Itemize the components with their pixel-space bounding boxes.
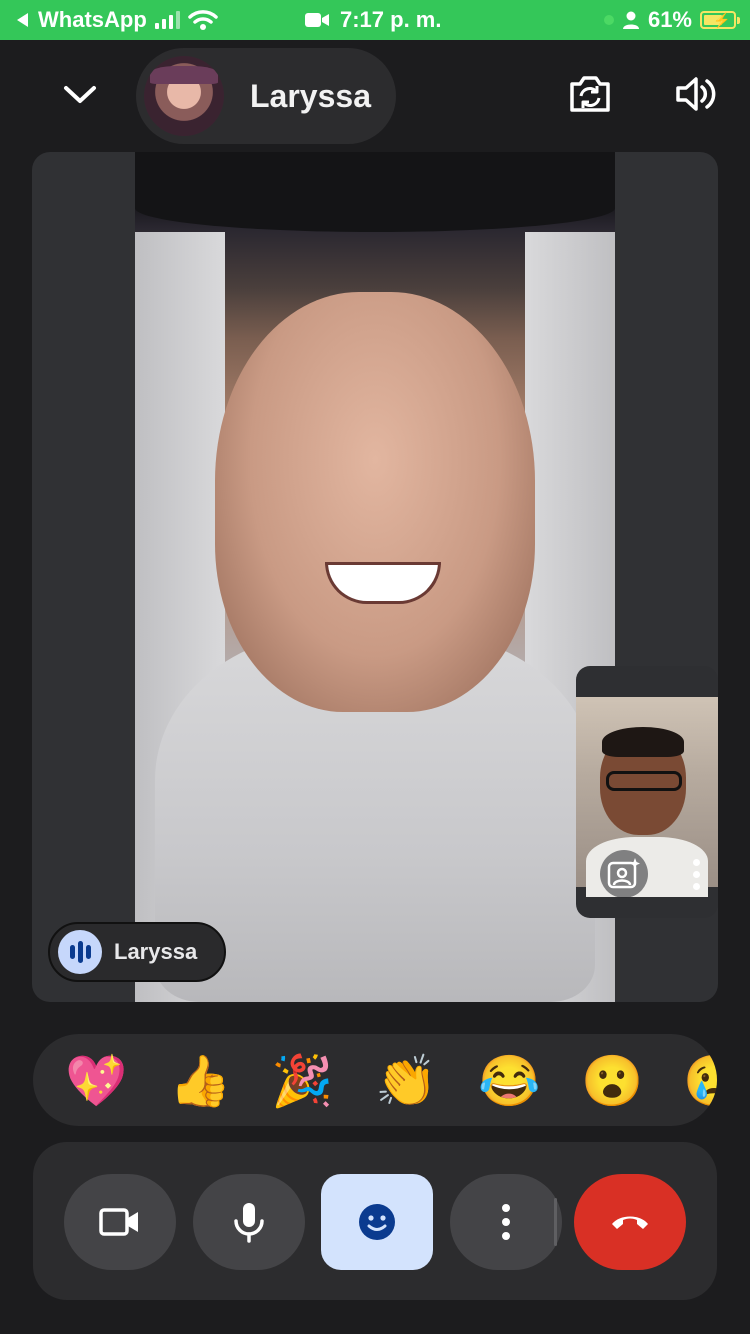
reaction-sparkling-heart[interactable]: 💖 xyxy=(65,1050,127,1112)
self-view-tile[interactable] xyxy=(576,666,718,918)
more-vertical-icon xyxy=(502,1204,510,1240)
speaking-name: Laryssa xyxy=(114,939,198,964)
battery-percent: 61% xyxy=(647,7,692,32)
effects-icon[interactable] xyxy=(600,850,648,898)
reaction-thumbs-up[interactable]: 👍 xyxy=(169,1050,231,1112)
avatar xyxy=(144,56,224,136)
wifi-icon xyxy=(188,10,218,30)
flip-camera-icon[interactable] xyxy=(566,70,614,118)
person-icon xyxy=(622,11,639,29)
microphone-icon xyxy=(234,1203,264,1243)
status-bar: WhatsApp 7:17 p. m. 61% ⚡ xyxy=(0,0,750,40)
remote-participant-video xyxy=(135,152,615,1002)
camera-toggle-button[interactable] xyxy=(64,1174,176,1270)
reaction-tears-of-joy[interactable]: 😂 xyxy=(478,1050,540,1112)
status-time: 7:17 p. m. xyxy=(340,7,442,32)
call-controls xyxy=(33,1142,717,1300)
smiley-icon xyxy=(359,1204,395,1240)
more-options-button[interactable] xyxy=(450,1174,562,1270)
controls-divider xyxy=(554,1198,557,1246)
back-triangle-icon xyxy=(17,13,28,27)
reaction-crying[interactable]: 😢 xyxy=(683,1050,717,1112)
audio-level-icon xyxy=(58,930,102,974)
speaking-indicator: Laryssa xyxy=(48,922,226,982)
mute-button[interactable] xyxy=(193,1174,305,1270)
video-call-indicator-icon xyxy=(305,13,329,27)
reaction-clapping-hands[interactable]: 👏 xyxy=(375,1050,437,1112)
minimize-chevron-down-icon[interactable] xyxy=(58,72,102,116)
reactions-button[interactable] xyxy=(321,1174,433,1270)
end-call-button[interactable] xyxy=(574,1174,686,1270)
speaker-volume-icon[interactable] xyxy=(670,70,718,118)
reaction-surprised[interactable]: 😮 xyxy=(581,1050,643,1112)
contact-name: Laryssa xyxy=(250,77,371,114)
reactions-bar: 💖 👍 🎉 👏 😂 😮 😢 xyxy=(33,1034,717,1126)
cellular-signal-icon xyxy=(154,11,180,29)
battery-charging-icon: ⚡ xyxy=(700,11,740,29)
hang-up-icon xyxy=(612,1216,648,1229)
self-view-more-icon[interactable] xyxy=(686,854,706,894)
back-to-app[interactable]: WhatsApp xyxy=(14,0,218,40)
video-camera-icon xyxy=(99,1208,138,1236)
green-dot-indicator xyxy=(603,15,614,25)
back-app-label: WhatsApp xyxy=(38,7,147,32)
contact-header[interactable]: Laryssa xyxy=(136,48,396,144)
reaction-party-popper[interactable]: 🎉 xyxy=(271,1050,333,1112)
